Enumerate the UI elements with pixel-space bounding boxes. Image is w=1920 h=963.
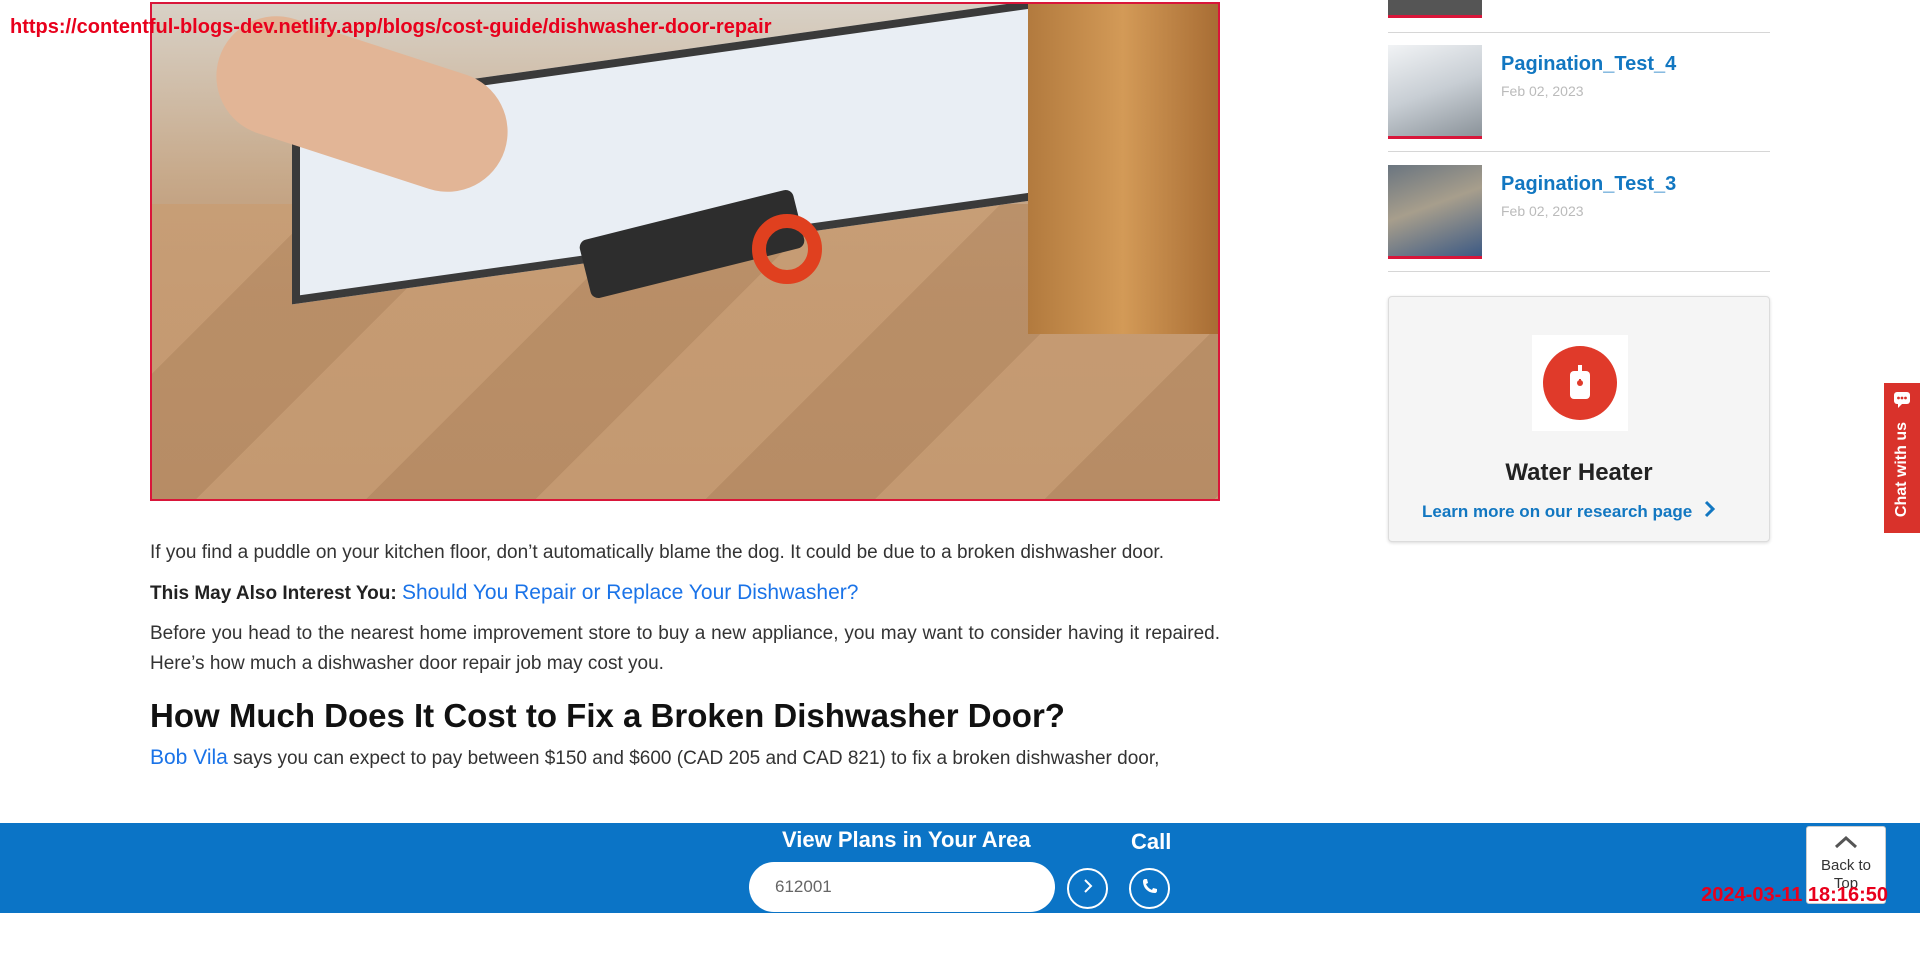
call-label: Call xyxy=(1131,829,1172,854)
research-page-link[interactable]: Learn more on our research page xyxy=(1422,500,1716,523)
post-date: Feb 02, 2023 xyxy=(1501,83,1584,99)
url-overlay: https://contentful-blogs-dev.netlify.app… xyxy=(10,16,772,38)
chat-tab[interactable]: Chat with us xyxy=(1884,383,1920,533)
post-title[interactable]: Pagination_Test_3 xyxy=(1501,173,1676,196)
post-title[interactable]: Pagination_Test_4 xyxy=(1501,53,1676,76)
chat-label[interactable]: Chat with us xyxy=(1893,422,1911,517)
post-thumbnail[interactable] xyxy=(1388,165,1482,259)
article-heading: How Much Does It Cost to Fix a Broken Di… xyxy=(150,697,1065,734)
water-heater-icon-box xyxy=(1532,335,1628,431)
card-title: Water Heater xyxy=(1505,459,1653,486)
research-page-link-label[interactable]: Learn more on our research page xyxy=(1422,502,1692,522)
page: https://contentful-blogs-dev.netlify.app… xyxy=(0,0,1920,963)
article-paragraph-3-text: says you can expect to pay between $150 … xyxy=(227,748,1160,769)
water-heater-card: Water Heater Learn more on our research … xyxy=(1388,296,1770,542)
bob-vila-link[interactable]: Bob Vila xyxy=(150,746,228,769)
article-paragraph-3: Bob Vila says you can expect to pay betw… xyxy=(150,743,1220,774)
also-interest-lead: This May Also Interest You: xyxy=(150,583,397,604)
bottom-bar: View Plans in Your Area Call xyxy=(0,823,1920,913)
search-plans-button[interactable] xyxy=(1067,868,1108,909)
article-paragraph-1: If you find a puddle on your kitchen flo… xyxy=(150,542,1164,563)
hero-image xyxy=(150,2,1220,501)
chevron-right-icon[interactable] xyxy=(1704,500,1716,523)
hero-cabinet xyxy=(1028,4,1218,334)
sidebar-post[interactable]: Pagination_Test_3 Feb 02, 2023 xyxy=(1388,165,1770,261)
timestamp-overlay: 2024-03-11 18:16:50 xyxy=(1701,884,1888,906)
article-paragraph-2: Before you head to the nearest home impr… xyxy=(150,623,1220,674)
phone-icon[interactable] xyxy=(1141,877,1159,900)
article-body: If you find a puddle on your kitchen flo… xyxy=(150,538,1220,774)
sidebar-divider xyxy=(1388,151,1770,152)
hero-clamp xyxy=(752,214,822,284)
also-interest: This May Also Interest You: Should You R… xyxy=(150,578,1220,609)
water-heater-icon xyxy=(1543,346,1617,420)
sidebar-post[interactable]: Pagination_Test_4 Feb 02, 2023 xyxy=(1388,45,1770,141)
post-date: Feb 02, 2023 xyxy=(1501,203,1584,219)
view-plans-label: View Plans in Your Area xyxy=(782,827,1031,852)
post-thumbnail[interactable] xyxy=(1388,45,1482,139)
chevron-right-icon[interactable] xyxy=(1083,879,1093,898)
call-button[interactable] xyxy=(1129,868,1170,909)
zip-input[interactable] xyxy=(749,862,1055,912)
chat-bubble-icon[interactable] xyxy=(1893,391,1911,414)
sidebar-divider xyxy=(1388,32,1770,33)
also-interest-link[interactable]: Should You Repair or Replace Your Dishwa… xyxy=(402,581,858,604)
post-thumbnail-previous[interactable] xyxy=(1388,0,1482,18)
sidebar-divider xyxy=(1388,271,1770,272)
chevron-up-icon[interactable] xyxy=(1834,835,1858,853)
